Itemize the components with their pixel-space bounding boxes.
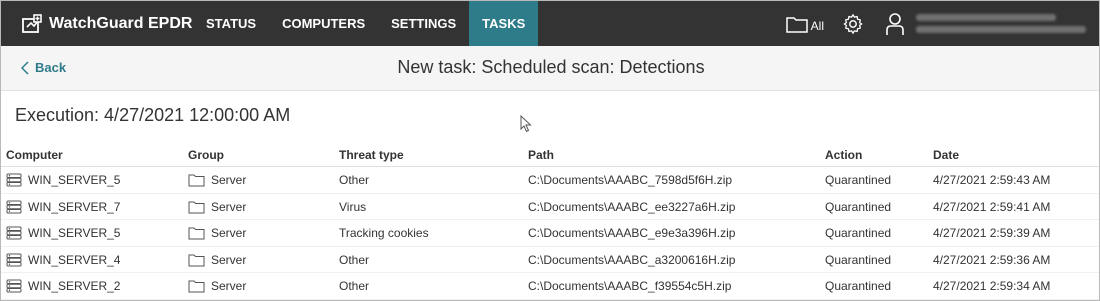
folder-icon: [188, 227, 205, 240]
threat-type-cell: Other: [339, 279, 370, 293]
tab-status-label: STATUS: [206, 16, 257, 31]
computer-cell: WIN_SERVER_5: [6, 226, 120, 240]
computer-name: WIN_SERVER_4: [28, 252, 121, 267]
folder-icon: [188, 280, 205, 293]
action-cell: Quarantined: [825, 252, 892, 267]
date-cell: 4/27/2021 2:59:36 AM: [933, 252, 1051, 267]
table-row[interactable]: WIN_SERVER_5 Server Other C:\Documents\A…: [1, 167, 1099, 194]
navbar-right: All: [785, 1, 1099, 46]
folder-icon: [188, 201, 205, 213]
computer-name: WIN_SERVER_5: [28, 173, 121, 187]
path-cell: C:\Documents\AAABC_a3200616H.zip: [528, 252, 736, 267]
table-row[interactable]: WIN_SERVER_5 Server Tracking cookies C:\…: [1, 220, 1099, 247]
brand[interactable]: WatchGuard EPDR: [1, 1, 193, 46]
tab-tasks[interactable]: TASKS: [469, 1, 539, 46]
table-header: Computer Group Threat type Path Action D…: [1, 145, 1099, 167]
computer-name: WIN_SERVER_5: [28, 226, 121, 240]
user-account-info[interactable]: [916, 9, 1091, 38]
date-cell: 4/27/2021 2:59:41 AM: [933, 199, 1051, 214]
execution-heading: Execution: 4/27/2021 12:00:00 AM: [15, 105, 291, 125]
threat-type-cell: Other: [339, 252, 370, 267]
folder-filter-button[interactable]: All: [785, 15, 824, 33]
table-row[interactable]: WIN_SERVER_4 Server Other C:\Documents\A…: [1, 247, 1099, 273]
table-row[interactable]: WIN_SERVER_2 Server Other C:\Documents\A…: [1, 273, 1099, 300]
tab-computers[interactable]: COMPUTERS: [269, 1, 378, 46]
group-cell: Server: [188, 173, 246, 187]
computer-cell: WIN_SERVER_5: [6, 173, 120, 187]
computer-name: WIN_SERVER_2: [28, 279, 121, 293]
app-window: WatchGuard EPDR STATUS COMPUTERS SETTING…: [0, 0, 1100, 301]
action-cell: Quarantined: [825, 226, 892, 240]
date-cell: 4/27/2021 2:59:34 AM: [933, 279, 1051, 293]
computer-cell: WIN_SERVER_7: [6, 200, 120, 214]
blurred-account-id: [916, 26, 1086, 33]
top-navbar: WatchGuard EPDR STATUS COMPUTERS SETTING…: [1, 1, 1099, 46]
action-cell: Quarantined: [825, 279, 892, 293]
server-icon: [6, 253, 22, 266]
gear-icon[interactable]: [842, 13, 864, 35]
date-cell: 4/27/2021 2:59:43 AM: [933, 173, 1051, 187]
folder-filter-label: All: [810, 18, 824, 33]
page-header: Back New task: Scheduled scan: Detection…: [1, 46, 1099, 91]
group-cell: Server: [188, 226, 246, 240]
server-icon: [6, 173, 22, 187]
group-name: Server: [211, 199, 247, 214]
path-cell: C:\Documents\AAABC_e9e3a396H.zip: [528, 226, 736, 240]
group-name: Server: [211, 226, 247, 240]
action-cell: Quarantined: [825, 173, 892, 187]
computer-name: WIN_SERVER_7: [28, 199, 121, 214]
user-icon[interactable]: [886, 12, 904, 36]
group-name: Server: [211, 252, 247, 267]
threat-type-cell: Virus: [339, 199, 367, 214]
table-row[interactable]: WIN_SERVER_7 Server Virus C:\Documents\A…: [1, 194, 1099, 220]
folder-icon: [188, 174, 205, 187]
tab-tasks-label: TASKS: [482, 16, 526, 31]
watchguard-logo-icon: [22, 13, 42, 33]
column-header-date[interactable]: Date: [933, 148, 959, 162]
tab-settings[interactable]: SETTINGS: [378, 1, 469, 46]
blurred-username: [916, 14, 1056, 21]
column-header-path[interactable]: Path: [528, 148, 554, 162]
column-header-threat-type[interactable]: Threat type: [339, 148, 404, 162]
server-icon: [6, 226, 22, 240]
group-cell: Server: [188, 253, 246, 267]
path-cell: C:\Documents\AAABC_ee3227a6H.zip: [528, 199, 736, 214]
path-cell: C:\Documents\AAABC_7598d5f6H.zip: [528, 173, 733, 187]
path-cell: C:\Documents\AAABC_f39554c5H.zip: [528, 279, 732, 293]
folder-icon: [785, 16, 808, 33]
group-name: Server: [211, 173, 247, 187]
column-header-action[interactable]: Action: [825, 148, 862, 162]
tab-computers-label: COMPUTERS: [282, 16, 366, 31]
action-cell: Quarantined: [825, 199, 892, 214]
computer-cell: WIN_SERVER_2: [6, 279, 120, 293]
computer-cell: WIN_SERVER_4: [6, 253, 120, 267]
folder-icon: [188, 254, 205, 266]
date-cell: 4/27/2021 2:59:39 AM: [933, 226, 1051, 240]
threat-type-cell: Other: [339, 173, 370, 187]
group-cell: Server: [188, 279, 246, 293]
threat-type-cell: Tracking cookies: [339, 226, 429, 240]
group-cell: Server: [188, 200, 246, 214]
server-icon: [6, 200, 22, 213]
server-icon: [6, 279, 22, 293]
mouse-cursor-icon: [520, 115, 532, 133]
brand-name: WatchGuard EPDR: [49, 14, 193, 32]
tab-settings-label: SETTINGS: [391, 16, 457, 31]
tab-status[interactable]: STATUS: [193, 1, 269, 46]
page-title: New task: Scheduled scan: Detections: [397, 57, 705, 77]
column-header-group[interactable]: Group: [188, 148, 224, 162]
detections-table: Computer Group Threat type Path Action D…: [1, 145, 1099, 300]
group-name: Server: [211, 279, 247, 293]
column-header-computer[interactable]: Computer: [6, 148, 63, 162]
